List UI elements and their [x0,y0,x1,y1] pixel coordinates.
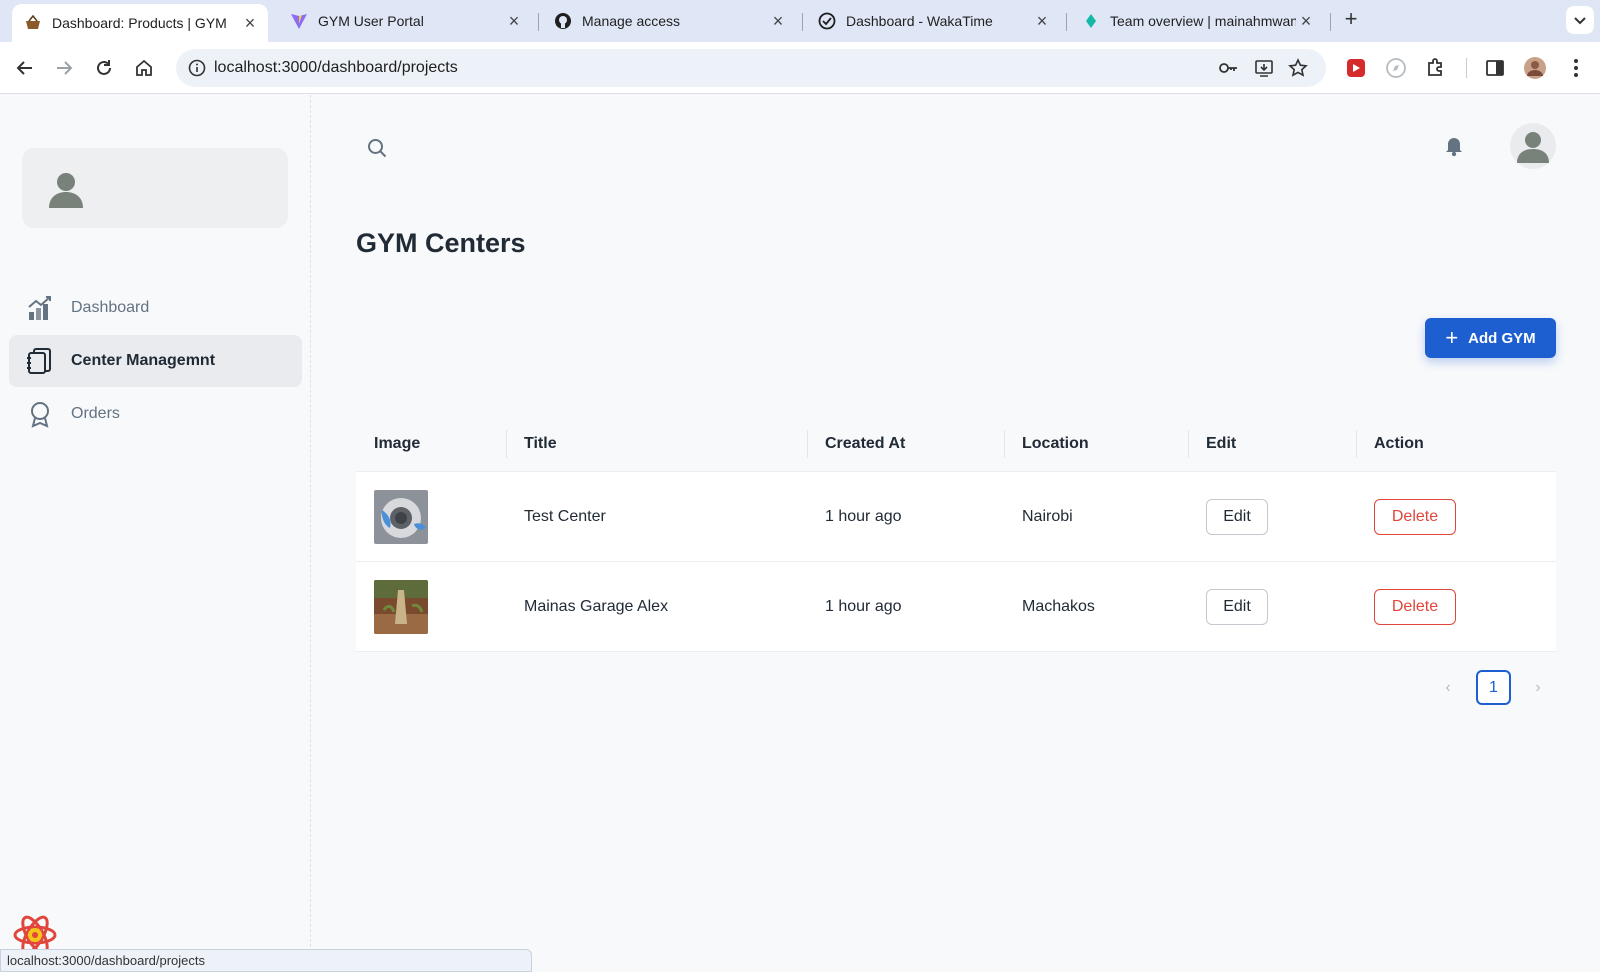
side-panel-icon[interactable] [1483,56,1507,80]
column-divider [807,430,808,458]
delete-button[interactable]: Delete [1374,589,1456,625]
previous-page-button[interactable]: ‹ [1439,679,1457,697]
avatar [45,168,87,210]
arrow-left-icon [16,61,32,75]
sidebar-item-dashboard[interactable]: Dashboard [9,282,302,334]
close-icon[interactable]: × [1296,11,1316,32]
tab-divider [1066,13,1067,31]
basket-icon [24,14,42,32]
column-header-title[interactable]: Title [524,416,557,472]
column-header-action[interactable]: Action [1374,416,1424,472]
sidebar-item-center-management[interactable]: Center Managemnt [9,335,302,387]
table-header: Image Title Created At Location Edit Act… [356,416,1556,472]
edit-button[interactable]: Edit [1206,499,1268,535]
toolbar-divider [1466,58,1467,78]
tab-wakatime[interactable]: Dashboard - WakaTime × [806,0,1060,42]
info-icon[interactable] [188,59,206,77]
table-row[interactable]: Test Center 1 hour ago Nairobi Edit Dele… [356,472,1556,562]
column-header-edit[interactable]: Edit [1206,416,1236,472]
user-card[interactable] [22,148,288,228]
github-icon [554,12,572,30]
reload-icon [97,60,111,75]
gym-thumbnail [374,580,428,634]
documents-icon [26,347,54,375]
gym-location: Machakos [1022,598,1095,615]
column-divider [1004,430,1005,458]
tab-team-overview[interactable]: Team overview | mainahmwan × [1070,0,1324,42]
close-icon[interactable]: × [1032,11,1052,32]
puzzle-icon[interactable] [1424,56,1448,80]
browser-toolbar: localhost:3000/dashboard/projects [0,42,1600,94]
status-bar-url: localhost:3000/dashboard/projects [0,949,532,972]
home-button[interactable] [130,54,158,82]
star-icon[interactable] [1288,58,1308,78]
gym-title: Test Center [524,508,606,525]
reload-button[interactable] [90,54,118,82]
tab-divider [538,13,539,31]
chart-icon [26,294,54,322]
column-header-image[interactable]: Image [374,416,420,472]
key-icon[interactable] [1218,58,1238,78]
tab-divider [802,13,803,31]
profile-avatar-icon[interactable] [1523,56,1547,80]
gym-thumbnail [374,490,428,544]
address-bar[interactable]: localhost:3000/dashboard/projects [176,49,1326,87]
close-icon[interactable]: × [240,13,260,34]
home-icon [136,59,152,76]
gym-created-at: 1 hour ago [825,508,902,525]
bell-icon[interactable] [1443,135,1465,157]
url-text[interactable]: localhost:3000/dashboard/projects [214,59,458,77]
video-extension-icon[interactable] [1344,56,1368,80]
tab-gym-user-portal[interactable]: GYM User Portal × [278,0,532,42]
react-devtools-icon[interactable] [12,913,60,955]
arrow-right-icon [57,61,73,75]
install-icon[interactable] [1254,58,1274,78]
wakatime-icon [818,12,836,30]
more-vert-icon[interactable] [1564,56,1588,80]
close-icon[interactable]: × [504,11,524,32]
column-header-created-at[interactable]: Created At [825,416,905,472]
sidebar: Dashboard Center Managemnt Orders [0,95,311,972]
table-row[interactable]: Mainas Garage Alex 1 hour ago Machakos E… [356,562,1556,652]
compass-extension-icon[interactable] [1384,56,1408,80]
diamond-icon [1082,12,1100,30]
tab-dashboard-products[interactable]: Dashboard: Products | GYM × [12,4,268,42]
column-header-location[interactable]: Location [1022,416,1089,472]
plus-icon: + [1445,325,1459,350]
search-icon[interactable] [366,137,388,159]
forward-button[interactable] [50,54,78,82]
browser-tab-bar: Dashboard: Products | GYM × GYM User Por… [0,0,1600,42]
delete-button[interactable]: Delete [1374,499,1456,535]
avatar[interactable] [1510,123,1556,169]
new-tab-button[interactable]: + [1339,8,1363,32]
column-divider [506,430,507,458]
tab-manage-access[interactable]: Manage access × [542,0,796,42]
badge-icon [26,400,54,428]
edit-button[interactable]: Edit [1206,589,1268,625]
page-title: GYM Centers [356,228,526,258]
tab-search-button[interactable] [1566,6,1594,34]
tab-divider [1330,13,1331,31]
gym-title: Mainas Garage Alex [524,598,669,615]
column-divider [1356,430,1357,458]
back-button[interactable] [11,54,39,82]
vite-icon [290,12,308,30]
gym-location: Nairobi [1022,508,1073,525]
page-number-current[interactable]: 1 [1476,670,1511,705]
close-icon[interactable]: × [768,11,788,32]
sidebar-item-orders[interactable]: Orders [9,388,302,440]
gym-created-at: 1 hour ago [825,598,902,615]
column-divider [1188,430,1189,458]
next-page-button[interactable]: › [1529,679,1547,697]
add-gym-button[interactable]: + Add GYM [1425,318,1556,358]
